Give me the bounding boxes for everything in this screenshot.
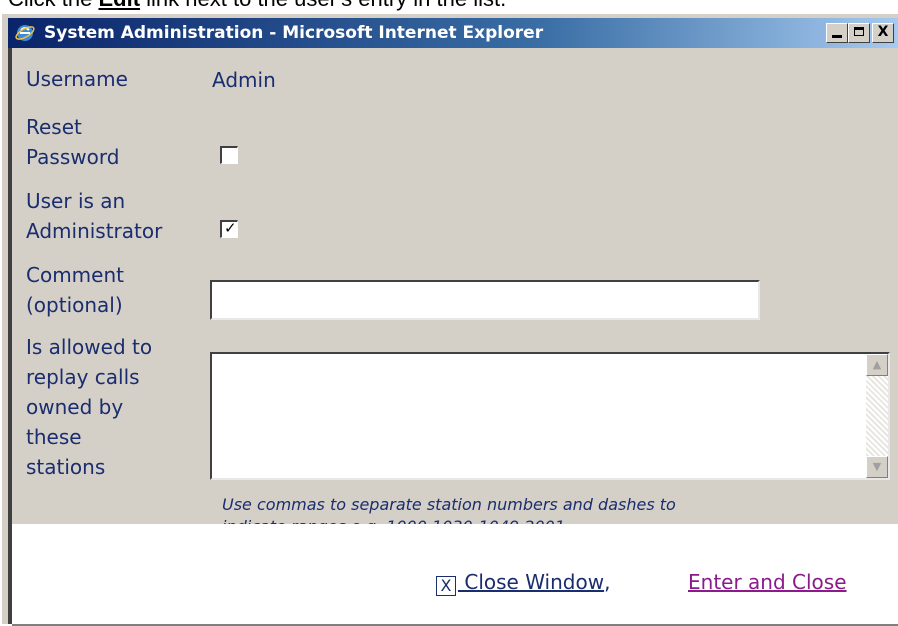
close-window-link[interactable]: X Close Window, [436, 570, 610, 596]
instruction-edit-link: Edit [98, 0, 140, 11]
action-bar: X Close Window, Enter and Close [12, 524, 898, 626]
comment-input[interactable] [210, 280, 760, 320]
maximize-button[interactable] [848, 23, 870, 43]
browser-window: System Administration - Microsoft Intern… [2, 14, 898, 626]
instruction-suffix: link next to the user's entry in the lis… [140, 0, 506, 11]
instruction-prefix: Click the [8, 0, 98, 11]
administrator-checkbox[interactable]: ✓ [220, 219, 238, 238]
scroll-up-arrow-icon[interactable]: ▲ [866, 354, 888, 376]
close-window-button[interactable]: X [872, 23, 894, 43]
instruction-text: Click the Edit link next to the user's e… [8, 0, 506, 12]
minimize-button[interactable] [826, 23, 848, 43]
internet-explorer-icon [15, 25, 35, 41]
checkmark-icon: ✓ [224, 219, 237, 237]
replay-stations-label: Is allowed to replay calls owned by thes… [26, 335, 153, 479]
minimize-icon [832, 35, 842, 38]
scroll-down-arrow-icon[interactable]: ▼ [866, 456, 888, 478]
comment-label: Comment (optional) [26, 263, 124, 317]
reset-password-checkbox[interactable] [220, 146, 238, 164]
title-bar[interactable]: System Administration - Microsoft Intern… [8, 18, 898, 48]
window-title: System Administration - Microsoft Intern… [44, 23, 544, 43]
username-label: Username [26, 67, 128, 91]
reset-password-label: Reset Password [26, 115, 120, 169]
enter-and-close-link[interactable]: Enter and Close [688, 570, 847, 594]
textarea-scrollbar[interactable]: ▲ ▼ [866, 354, 888, 478]
form-panel: Username Admin Reset Password User is an… [12, 48, 898, 536]
close-icon: X [877, 24, 889, 40]
close-window-label: Close Window [458, 570, 605, 594]
replay-stations-textarea[interactable] [210, 352, 890, 480]
close-box-icon: X [436, 576, 456, 596]
username-value: Admin [212, 68, 276, 92]
administrator-label: User is an Administrator [26, 189, 163, 243]
action-separator: , [604, 570, 611, 594]
maximize-icon [854, 27, 864, 36]
